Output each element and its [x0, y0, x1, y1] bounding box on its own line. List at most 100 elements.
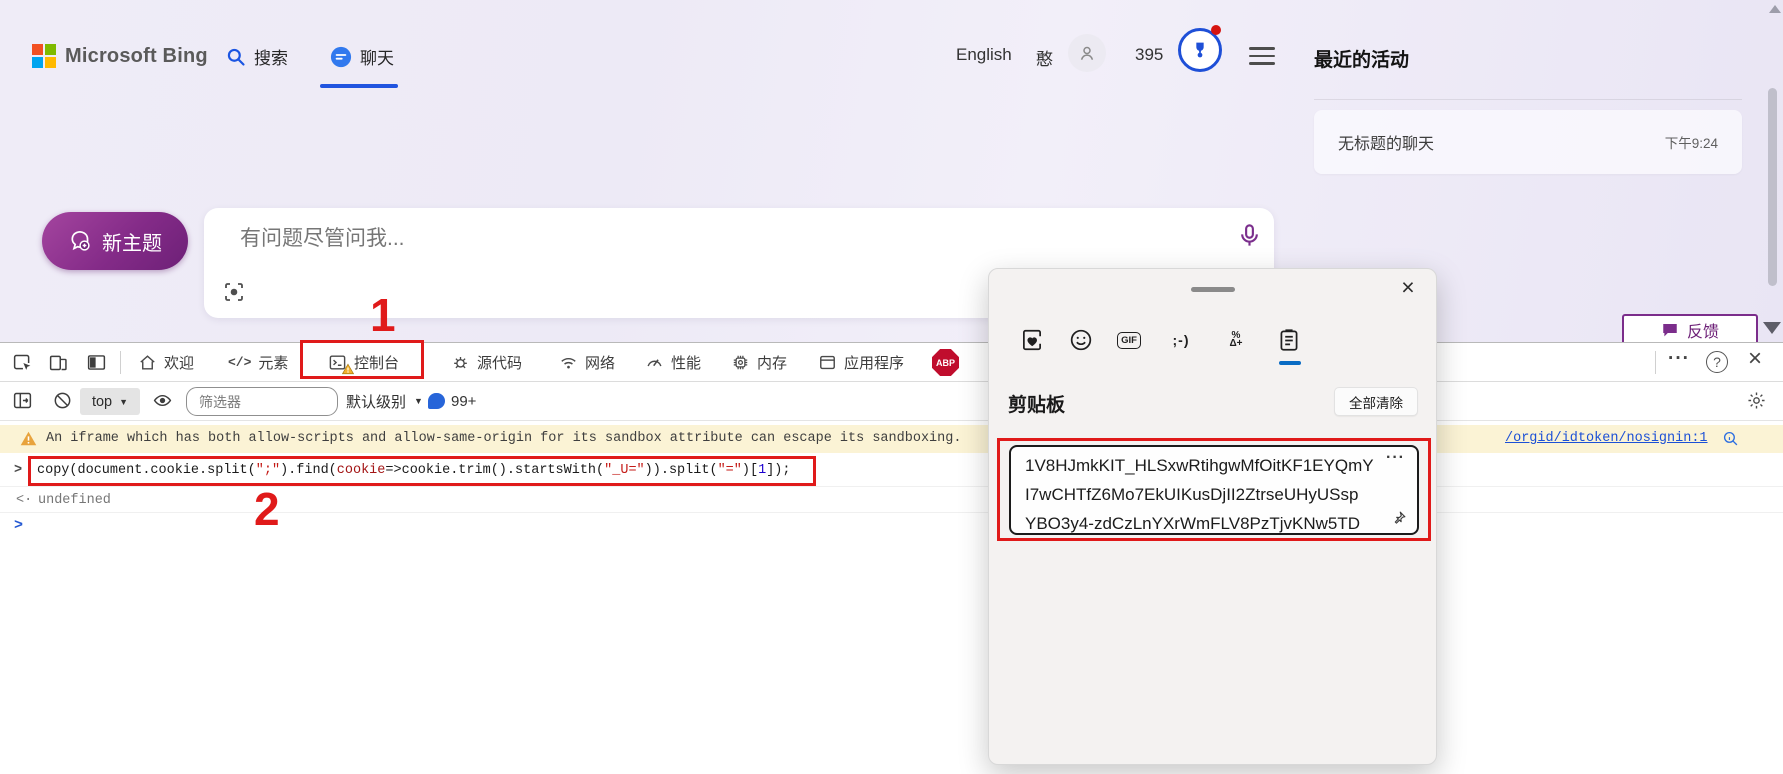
dock-side-icon[interactable] [86, 352, 107, 373]
live-expression-icon[interactable] [152, 390, 173, 411]
hamburger-menu[interactable] [1249, 42, 1275, 70]
annotation-step-1: 1 [370, 288, 396, 342]
console-filter-input[interactable] [186, 387, 338, 416]
tab-search-label: 搜索 [254, 44, 288, 69]
tab-memory-label: 内存 [757, 352, 787, 373]
scrollbar-down-arrow[interactable] [1763, 322, 1781, 334]
tab-network[interactable]: 网络 [559, 343, 615, 381]
scrollbar-up-arrow[interactable] [1769, 5, 1781, 13]
tab-search[interactable]: 搜索 [226, 44, 288, 69]
close-clipboard-icon[interactable]: × [1391, 271, 1425, 303]
warning-source-link[interactable]: /orgid/idtoken/nosignin:1 [1505, 431, 1708, 446]
console-toolbar: top ▼ 默认级别 ▼ 99+ [0, 382, 1783, 421]
tab-chat[interactable]: 聊天 [330, 44, 394, 69]
memory-icon [731, 353, 750, 372]
more-options-icon[interactable]: ··· [1668, 348, 1690, 370]
context-selector[interactable]: top ▼ [80, 388, 140, 415]
close-devtools-icon[interactable]: × [1748, 345, 1762, 373]
tab-network-label: 网络 [585, 352, 615, 373]
bing-logo[interactable]: Microsoft Bing [32, 44, 208, 68]
clipboard-item-line3: YBO3y4-zdCzLnYXrWmFLV8PzTjvKNw5TD [1025, 514, 1360, 534]
sources-icon [451, 353, 470, 372]
result-value: undefined [38, 493, 111, 508]
tab-memory[interactable]: 内存 [731, 343, 787, 381]
divider [1314, 99, 1742, 100]
clear-console-icon[interactable] [52, 390, 73, 411]
search-icon [226, 47, 246, 67]
brand-name: Microsoft Bing [65, 45, 208, 68]
log-level-label: 默认级别 [346, 391, 406, 412]
person-icon [1077, 43, 1097, 63]
annotation-step-2: 2 [254, 482, 280, 536]
microphone-icon[interactable] [1236, 222, 1263, 249]
tab-application[interactable]: 应用程序 [818, 343, 904, 381]
emoji-smiley-icon[interactable] [1068, 327, 1094, 353]
console-sidebar-icon[interactable] [12, 390, 33, 411]
message-count-label: 99+ [451, 393, 476, 410]
tab-performance-label: 性能 [671, 352, 701, 373]
mru-emoji-icon[interactable] [1019, 327, 1045, 353]
symbols-icon[interactable]: % Δ+ [1223, 327, 1249, 353]
tab-elements[interactable]: </> 元素 [228, 343, 288, 381]
tab-welcome[interactable]: 欢迎 [138, 343, 194, 381]
context-label: top [92, 394, 112, 410]
inspect-element-icon[interactable] [12, 352, 33, 373]
clipboard-item-line2: I7wCHTfZ6Mo7EkUIKusDjII2ZtrseUHyUSsp [1025, 485, 1358, 505]
log-level-selector[interactable]: 默认级别 ▼ [346, 382, 423, 420]
profile-name[interactable]: 憨 [1036, 45, 1053, 70]
new-chat-icon [68, 229, 92, 253]
search-issue-icon[interactable] [1722, 430, 1739, 447]
tab-sources[interactable]: 源代码 [451, 343, 522, 381]
console-settings-gear-icon[interactable] [1746, 390, 1767, 411]
language-selector[interactable]: English [956, 45, 1012, 65]
warning-icon [20, 430, 37, 447]
active-tab-underline [320, 84, 398, 88]
tab-console[interactable]: 控制台 [328, 343, 399, 381]
divider [1655, 351, 1656, 374]
kaomoji-icon[interactable]: ;-) [1168, 327, 1194, 353]
clear-all-button[interactable]: 全部清除 [1334, 387, 1418, 416]
chat-item-time: 下午9:24 [1665, 132, 1718, 152]
command-prompt-chevron: > [14, 463, 22, 478]
clipboard-item[interactable]: 1V8HJmkKIT_HLSxwRtihgwMfOitKF1EYQmY I7wC… [1009, 445, 1419, 535]
result-arrow-icon: <· [16, 493, 32, 508]
clipboard-item-line1: 1V8HJmkKIT_HLSxwRtihgwMfOitKF1EYQmY [1025, 456, 1374, 476]
tab-console-label: 控制台 [354, 352, 399, 373]
clipboard-item-more-icon[interactable]: ··· [1386, 449, 1405, 467]
clipboard-title: 剪贴板 [1008, 390, 1065, 417]
warning-message: An iframe which has both allow-scripts a… [46, 431, 961, 446]
new-topic-button[interactable]: 新主题 [42, 212, 188, 270]
drag-handle[interactable] [1191, 287, 1235, 292]
device-toolbar-icon[interactable] [48, 352, 69, 373]
recent-chat-item[interactable]: 无标题的聊天 下午9:24 [1314, 110, 1742, 174]
avatar[interactable] [1068, 34, 1106, 72]
tab-chat-label: 聊天 [360, 44, 394, 69]
console-input-chevron[interactable]: > [14, 517, 23, 534]
tab-performance[interactable]: 性能 [645, 343, 701, 381]
divider [120, 351, 121, 374]
home-icon [138, 353, 157, 372]
pin-icon[interactable] [1390, 510, 1407, 527]
chat-item-title: 无标题的聊天 [1338, 130, 1434, 154]
bing-page: Microsoft Bing 搜索 聊天 English 憨 395 [0, 0, 1783, 342]
scrollbar-thumb[interactable] [1768, 88, 1777, 286]
application-icon [818, 353, 837, 372]
clipboard-flyout: × GIF ;-) % Δ+ 剪贴板 全部清除 1V8HJmkKIT_HLSxw… [988, 268, 1437, 765]
clipboard-tab-icon[interactable] [1276, 327, 1302, 353]
console-message-count[interactable]: 99+ [428, 382, 476, 420]
console-command[interactable]: copy(document.cookie.split(";").find(coo… [37, 463, 791, 478]
gif-icon[interactable]: GIF [1116, 327, 1142, 353]
rewards-points: 395 [1135, 45, 1163, 65]
tab-elements-label: 元素 [258, 352, 288, 373]
console-warning-badge [342, 363, 354, 375]
help-icon[interactable]: ? [1706, 351, 1728, 373]
microsoft-logo-icon [32, 44, 56, 68]
console-warning-row: An iframe which has both allow-scripts a… [0, 425, 1783, 453]
visual-search-icon[interactable] [222, 280, 246, 304]
feedback-bubble-icon [1661, 321, 1679, 339]
devtools-panel: 欢迎 </> 元素 控制台 源代码 [0, 342, 1783, 774]
adblock-extension-icon[interactable]: ABP [932, 349, 959, 376]
tab-application-label: 应用程序 [844, 352, 904, 373]
recent-activity-heading: 最近的活动 [1314, 45, 1409, 72]
chat-input[interactable] [240, 222, 1140, 256]
